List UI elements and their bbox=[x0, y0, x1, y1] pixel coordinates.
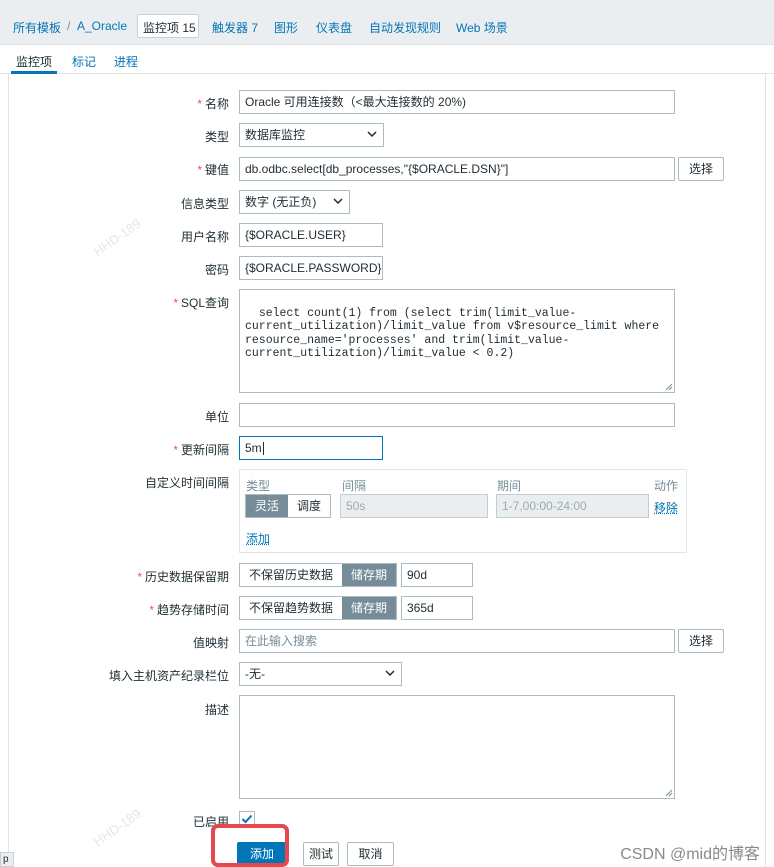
username-label: 用户名称 bbox=[180, 230, 229, 244]
interval-type-toggle: 灵活 调度 bbox=[245, 494, 332, 518]
history-label: * 历史数据保留期 bbox=[137, 570, 229, 584]
csdn-watermark: CSDN @mid的博客 bbox=[620, 846, 760, 863]
inventory-select[interactable]: -无- bbox=[239, 662, 402, 686]
interval-label: * 更新间隔 bbox=[173, 443, 229, 457]
breadcrumb-web[interactable]: Web 场景 bbox=[456, 19, 508, 36]
type-select-value: 数据库监控 bbox=[245, 128, 306, 142]
col-type-header: 类型 bbox=[246, 479, 271, 493]
key-input[interactable]: db.odbc.select[db_processes,"{$ORACLE.DS… bbox=[239, 157, 675, 181]
history-no-keep-option[interactable]: 不保留历史数据 bbox=[240, 564, 342, 586]
breadcrumb-items[interactable]: 监控项 15 bbox=[143, 19, 196, 36]
col-period-header: 期间 bbox=[497, 479, 522, 493]
sql-label: * SQL查询 bbox=[173, 296, 229, 310]
valuemap-select-button[interactable]: 选择 bbox=[678, 629, 724, 653]
password-label: 密码 bbox=[204, 263, 229, 277]
key-label: * 键值 bbox=[197, 163, 229, 177]
interval-input[interactable]: 5m bbox=[239, 436, 383, 460]
description-textarea[interactable] bbox=[239, 695, 675, 799]
tab-item[interactable]: 监控项 bbox=[16, 53, 52, 70]
history-storage-option[interactable]: 储存期 bbox=[342, 564, 397, 586]
cancel-button[interactable]: 取消 bbox=[347, 842, 394, 866]
trends-no-keep-option[interactable]: 不保留趋势数据 bbox=[240, 597, 342, 619]
custom-period-input[interactable]: 1-7,00:00-24:00 bbox=[496, 494, 649, 518]
resize-handle-icon[interactable] bbox=[664, 788, 673, 797]
type-select[interactable]: 数据库监控 bbox=[239, 123, 384, 147]
name-label: * 名称 bbox=[197, 97, 229, 111]
key-select-button[interactable]: 选择 bbox=[678, 157, 724, 181]
breadcrumb-dashboards[interactable]: 仪表盘 bbox=[316, 19, 352, 36]
breadcrumb-triggers[interactable]: 触发器 7 bbox=[212, 19, 258, 36]
add-interval-link[interactable]: 添加 bbox=[246, 530, 270, 547]
trends-label: * 趋势存储时间 bbox=[149, 603, 229, 617]
text-caret bbox=[262, 442, 264, 456]
sql-textarea[interactable]: select count(1) from (select trim(limit_… bbox=[239, 289, 675, 393]
units-label: 单位 bbox=[204, 410, 229, 424]
scheduling-option[interactable]: 调度 bbox=[288, 495, 330, 517]
tab-tags[interactable]: 标记 bbox=[72, 53, 96, 70]
history-mode-toggle: 不保留历史数据 储存期 bbox=[239, 563, 398, 587]
valuemap-label: 值映射 bbox=[192, 636, 229, 650]
password-input[interactable]: {$ORACLE.PASSWORD} bbox=[239, 256, 383, 280]
custom-intervals-label: 自定义时间间隔 bbox=[144, 476, 229, 490]
breadcrumb-all-templates[interactable]: 所有模板 bbox=[13, 19, 61, 36]
info-type-select-value: 数字 (无正负) bbox=[245, 195, 317, 209]
breadcrumb-discovery[interactable]: 自动发现规则 bbox=[369, 19, 441, 36]
corner-tab[interactable]: p bbox=[0, 852, 14, 867]
username-input[interactable]: {$ORACLE.USER} bbox=[239, 223, 383, 247]
remove-link[interactable]: 移除 bbox=[654, 499, 678, 516]
chevron-down-icon bbox=[385, 670, 395, 677]
info-type-label: 信息类型 bbox=[180, 197, 229, 211]
breadcrumb-bar: 所有模板 / A_Oracle 监控项 15 触发器 7 图形 仪表盘 自动发现… bbox=[0, 0, 774, 45]
chevron-down-icon bbox=[367, 131, 377, 138]
history-input[interactable]: 90d bbox=[401, 563, 473, 587]
custom-interval-input[interactable]: 50s bbox=[340, 494, 488, 518]
trends-mode-toggle: 不保留趋势数据 储存期 bbox=[239, 596, 398, 620]
valuemap-input[interactable]: 在此输入搜索 bbox=[239, 629, 675, 653]
flexible-option[interactable]: 灵活 bbox=[246, 495, 289, 517]
trends-storage-option[interactable]: 储存期 bbox=[342, 597, 397, 619]
interval-value: 5m bbox=[245, 441, 262, 455]
custom-intervals-table: 类型 间隔 期间 动作 灵活 调度 50s 1-7,00:00-24:00 移除… bbox=[239, 469, 687, 553]
sql-text: select count(1) from (select trim(limit_… bbox=[245, 306, 666, 361]
description-label: 描述 bbox=[204, 703, 229, 717]
breadcrumb-separator: / bbox=[67, 19, 71, 33]
type-label: 类型 bbox=[204, 130, 229, 144]
inventory-select-value: -无- bbox=[245, 667, 265, 681]
inventory-label: 填入主机资产纪录栏位 bbox=[108, 669, 229, 683]
breadcrumb-template[interactable]: A_Oracle bbox=[77, 19, 127, 33]
col-interval-header: 间隔 bbox=[342, 479, 367, 493]
info-type-select[interactable]: 数字 (无正负) bbox=[239, 190, 350, 214]
name-input[interactable]: Oracle 可用连接数（<最大连接数的 20%) bbox=[239, 90, 675, 114]
resize-handle-icon[interactable] bbox=[664, 382, 673, 391]
chevron-down-icon bbox=[333, 198, 343, 205]
col-action-header: 动作 bbox=[654, 479, 679, 493]
form-tabs: 监控项 标记 进程 bbox=[0, 45, 774, 74]
breadcrumb-graphs[interactable]: 图形 bbox=[274, 19, 298, 36]
test-button[interactable]: 测试 bbox=[303, 842, 339, 866]
trends-input[interactable]: 365d bbox=[401, 596, 473, 620]
tab-preprocessing[interactable]: 进程 bbox=[114, 53, 138, 70]
highlight-box bbox=[211, 824, 289, 867]
units-input[interactable] bbox=[239, 403, 675, 427]
